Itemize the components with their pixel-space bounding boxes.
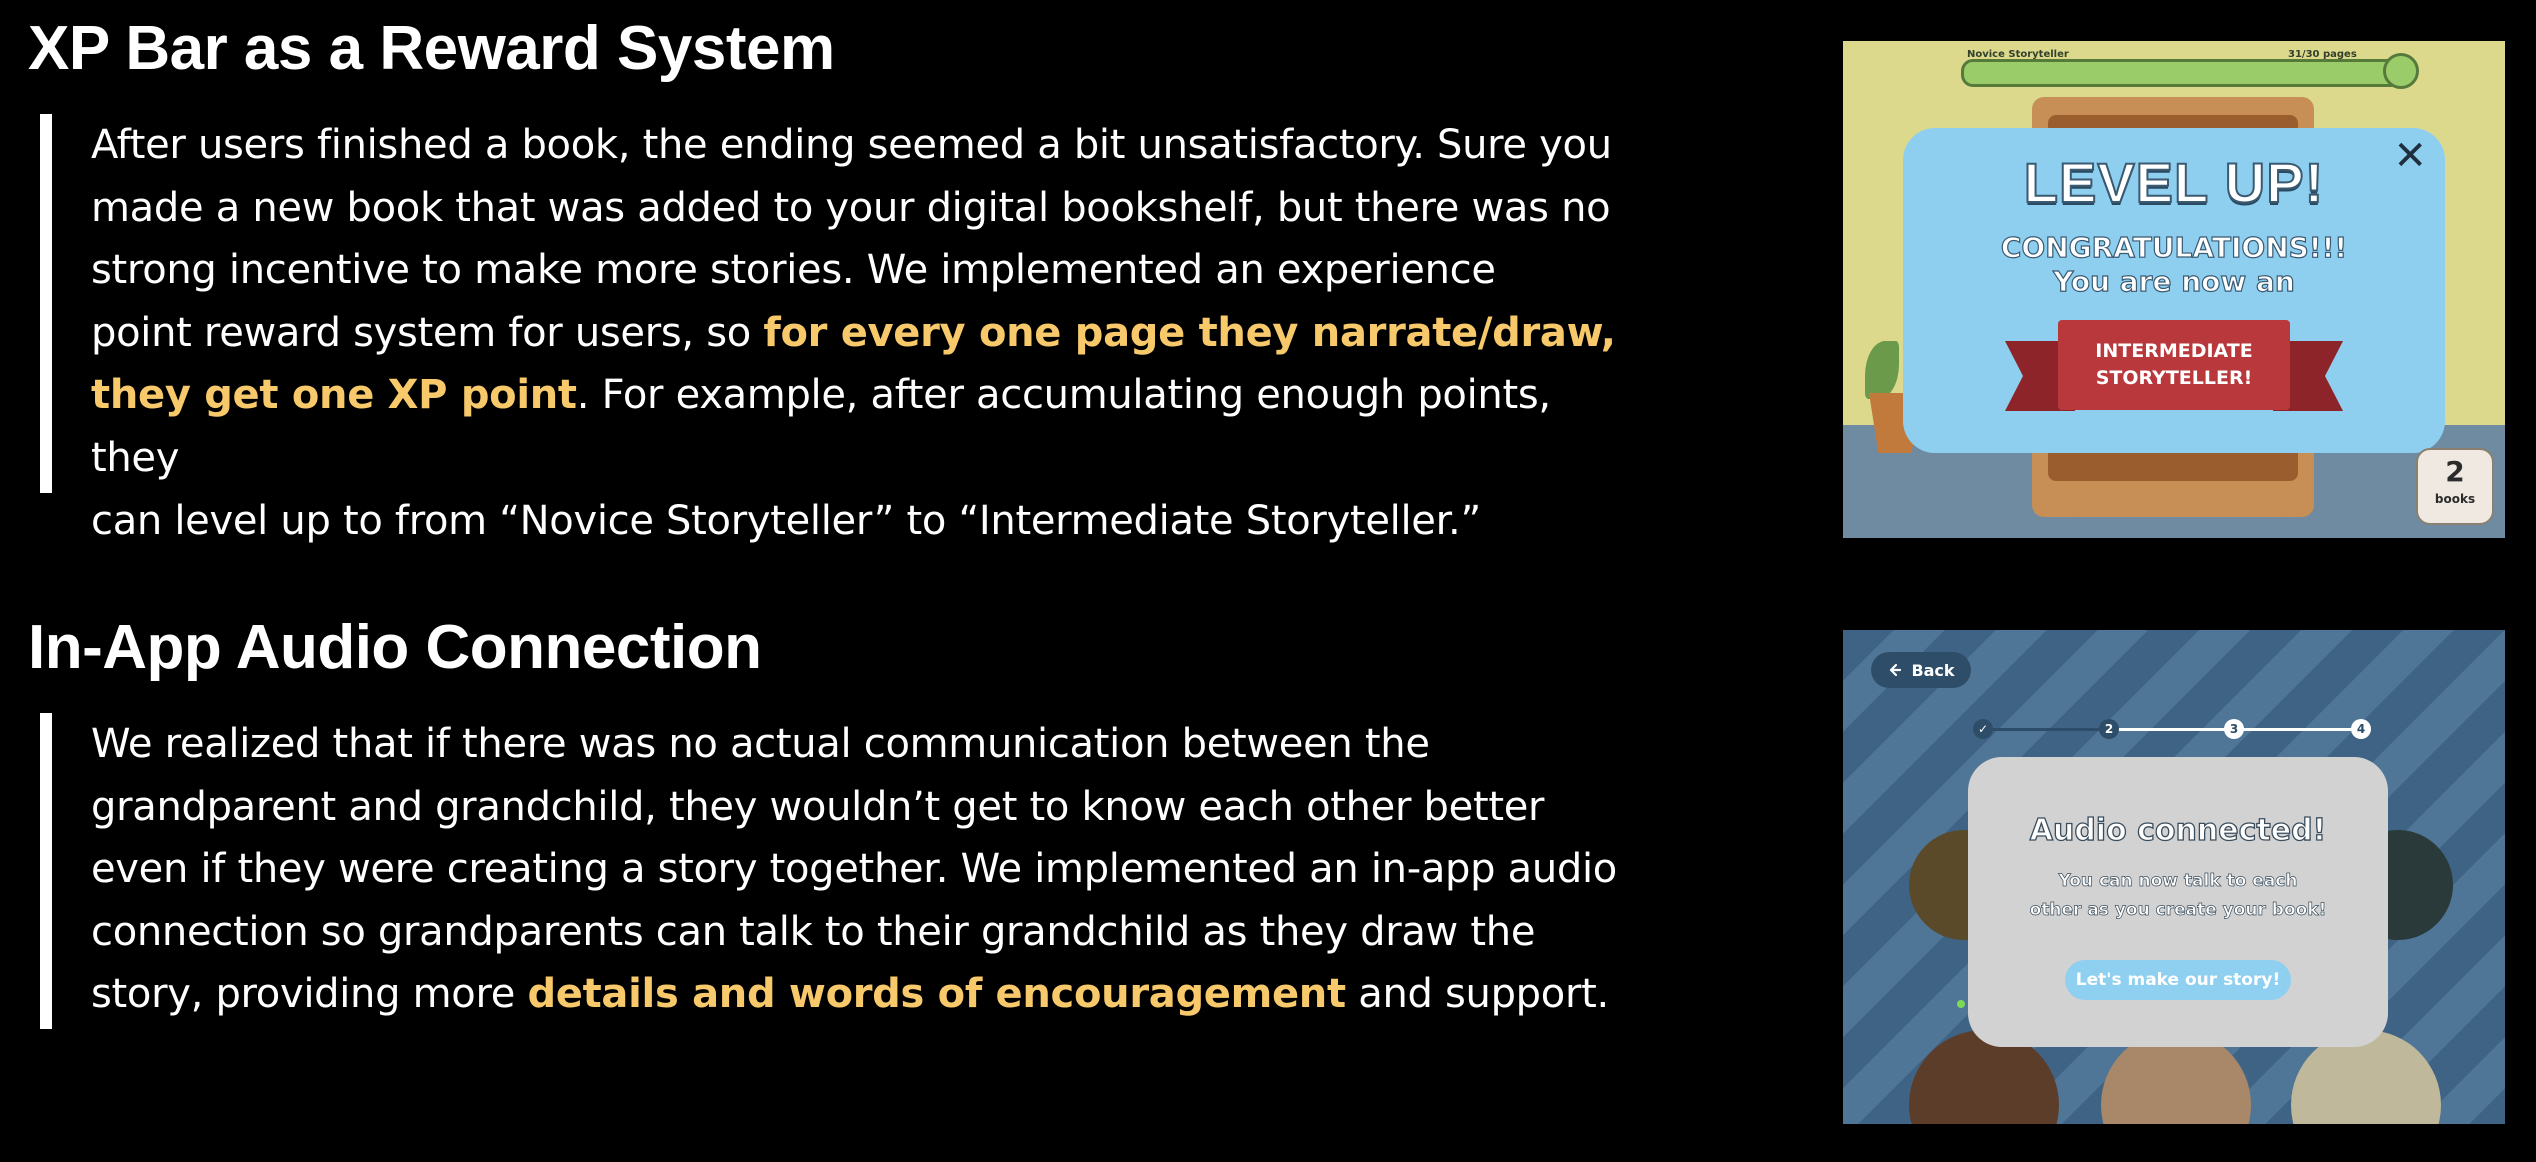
level-up-screenshot: Novice Storyteller 31/30 pages LEVEL UP!… bbox=[1843, 41, 2505, 538]
xp-progress-bar bbox=[1961, 59, 2403, 87]
back-label: Back bbox=[1911, 660, 1955, 680]
level-up-dialog: LEVEL UP! ✕ CONGRATULATIONS!!! You are n… bbox=[1903, 128, 2445, 453]
online-indicator bbox=[1957, 1000, 1965, 1008]
level-subtitle: You are now an bbox=[2053, 264, 2296, 298]
xp-line-4: point reward system for users, so bbox=[91, 309, 764, 356]
bookshelf-leg bbox=[2050, 487, 2090, 517]
books-count-badge[interactable]: 2 books bbox=[2416, 448, 2494, 525]
xp-line-3: strong incentive to make more stories. W… bbox=[91, 247, 1496, 294]
bookshelf-leg bbox=[2256, 487, 2296, 517]
audio-connected-screenshot: Back ✓ 2 3 4 Audio connected! You can no… bbox=[1843, 630, 2505, 1124]
audio-line-1: We realized that if there was no actual … bbox=[91, 721, 1430, 767]
audio-line-3: even if they were creating a story toget… bbox=[91, 846, 1617, 893]
xp-section-title: XP Bar as a Reward System bbox=[28, 14, 835, 83]
plant-leaf bbox=[1865, 341, 1899, 399]
stepper-line bbox=[1983, 728, 2103, 731]
books-label: books bbox=[2434, 492, 2476, 506]
level-ribbon: INTERMEDIATE STORYTELLER! bbox=[2058, 320, 2290, 410]
audio-line-2: grandparent and grandchild, they wouldn’… bbox=[91, 783, 1545, 830]
audio-connected-body-1: You can now talk to each bbox=[2058, 871, 2298, 892]
xp-line-1: After users finished a book, the ending … bbox=[91, 122, 1612, 168]
books-count: 2 bbox=[2445, 455, 2465, 488]
xp-section-paragraph: After users finished a book, the ending … bbox=[52, 114, 1632, 552]
arrow-left-icon bbox=[1890, 663, 1902, 677]
level-name: INTERMEDIATE STORYTELLER! bbox=[2095, 340, 2253, 389]
audio-section-paragraph: We realized that if there was no actual … bbox=[52, 713, 1632, 1026]
audio-connected-dialog: Audio connected! You can now talk to eac… bbox=[1968, 757, 2388, 1047]
close-icon[interactable]: ✕ bbox=[2393, 136, 2427, 176]
audio-line-5: story, providing more bbox=[91, 971, 528, 1018]
audio-section-quote: We realized that if there was no actual … bbox=[40, 713, 1632, 1029]
stepper-step-1: ✓ bbox=[1973, 719, 1993, 739]
xp-line-6: can level up to from “Novice Storyteller… bbox=[91, 497, 1481, 544]
congrats-text: CONGRATULATIONS!!! bbox=[2000, 230, 2348, 264]
xp-section-quote: After users finished a book, the ending … bbox=[40, 114, 1632, 544]
audio-section-title: In-App Audio Connection bbox=[28, 613, 762, 682]
audio-line-5-end: and support. bbox=[1345, 971, 1609, 1018]
stepper-step-2: 2 bbox=[2099, 719, 2119, 739]
stepper-step-3: 3 bbox=[2224, 719, 2244, 739]
xp-highlight-2: they get one XP point bbox=[91, 372, 577, 419]
level-up-title: LEVEL UP! bbox=[2023, 150, 2325, 215]
xp-progress-knob bbox=[2383, 53, 2419, 89]
audio-line-4: connection so grandparents can talk to t… bbox=[91, 908, 1536, 955]
stepper-step-4: 4 bbox=[2351, 719, 2371, 739]
audio-highlight: details and words of encouragement bbox=[527, 971, 1346, 1018]
back-button[interactable]: Back bbox=[1871, 652, 1971, 688]
xp-line-2: made a new book that was added to your d… bbox=[91, 184, 1611, 231]
audio-connected-body-2: other as you create your book! bbox=[2029, 900, 2327, 921]
audio-connected-title: Audio connected! bbox=[2029, 812, 2327, 848]
make-story-button[interactable]: Let's make our story! bbox=[2065, 960, 2291, 1000]
xp-highlight-1: for every one page they narrate/draw, bbox=[763, 309, 1616, 356]
